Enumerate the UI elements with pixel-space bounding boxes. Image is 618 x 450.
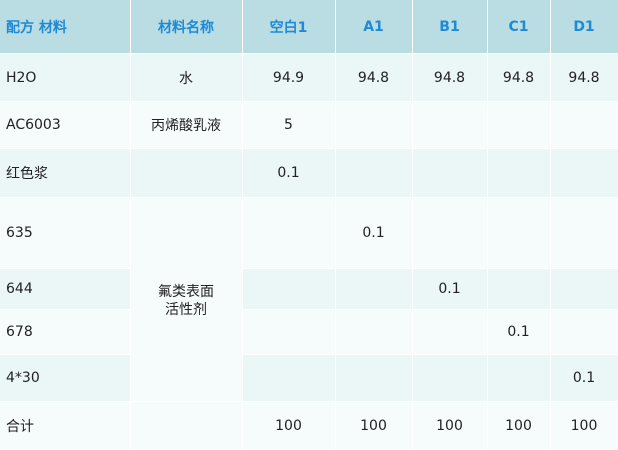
cell-value: 0.1 xyxy=(550,354,618,402)
cell-value xyxy=(335,354,413,402)
cell-value: 94.8 xyxy=(335,53,413,102)
header-material: 配方 材料 xyxy=(0,0,131,54)
table-row: 644 0.1 xyxy=(0,268,618,310)
table-row: AC6003 丙烯酸乳液 5 xyxy=(0,101,618,149)
cell-value: 5 xyxy=(242,101,336,149)
cell-material: 678 xyxy=(0,309,131,355)
cell-value xyxy=(550,309,618,355)
cell-value xyxy=(242,197,336,269)
header-b1: B1 xyxy=(412,0,488,54)
cell-value xyxy=(242,268,336,310)
cell-value xyxy=(550,148,618,198)
cell-name: 水 xyxy=(130,53,243,102)
cell-value xyxy=(412,354,488,402)
total-row: 合计 100 100 100 100 100 xyxy=(0,401,618,450)
cell-material: AC6003 xyxy=(0,101,131,149)
cell-value: 0.1 xyxy=(412,268,488,310)
cell-material: H2O xyxy=(0,53,131,102)
cell-value xyxy=(242,309,336,355)
cell-value: 0.1 xyxy=(487,309,551,355)
cell-value: 0.1 xyxy=(242,148,336,198)
cell-material: 红色浆 xyxy=(0,148,131,198)
cell-value: 100 xyxy=(550,401,618,450)
cell-value: 100 xyxy=(487,401,551,450)
header-c1: C1 xyxy=(487,0,551,54)
cell-name: 丙烯酸乳液 xyxy=(130,101,243,149)
table-row: 678 0.1 xyxy=(0,309,618,355)
cell-value: 94.8 xyxy=(412,53,488,102)
table-row: 635 氟类表面 活性剂 0.1 xyxy=(0,197,618,402)
cell-value xyxy=(550,268,618,310)
table-row: H2O 水 94.9 94.8 94.8 94.8 94.8 xyxy=(0,53,618,102)
cell-value xyxy=(412,309,488,355)
cell-material: 635 xyxy=(0,197,131,269)
header-d1: D1 xyxy=(550,0,618,54)
cell-value xyxy=(335,309,413,355)
cell-value xyxy=(550,197,618,269)
table-row: 红色浆 0.1 xyxy=(0,148,618,198)
header-material-name: 材料名称 xyxy=(130,0,243,54)
merged-name-line1: 氟类表面 xyxy=(158,283,214,300)
cell-value xyxy=(487,101,551,149)
table-row: 4*30 0.1 xyxy=(0,354,618,402)
cell-value xyxy=(335,101,413,149)
cell-value xyxy=(487,148,551,198)
cell-value: 94.8 xyxy=(550,53,618,102)
header-a1: A1 xyxy=(335,0,413,54)
cell-value xyxy=(550,101,618,149)
cell-value xyxy=(412,148,488,198)
cell-value xyxy=(487,354,551,402)
cell-value: 100 xyxy=(412,401,488,450)
cell-value xyxy=(487,268,551,310)
cell-material: 644 xyxy=(0,268,131,310)
cell-material: 合计 xyxy=(0,401,131,450)
cell-value xyxy=(242,354,336,402)
cell-value: 94.8 xyxy=(487,53,551,102)
cell-value xyxy=(412,197,488,269)
cell-value: 100 xyxy=(242,401,336,450)
cell-value: 0.1 xyxy=(335,197,413,269)
cell-name xyxy=(130,148,243,198)
cell-value xyxy=(335,148,413,198)
header-row: 配方 材料 材料名称 空白1 A1 B1 C1 D1 xyxy=(0,0,618,54)
cell-value: 100 xyxy=(335,401,413,450)
merged-name-line2: 活性剂 xyxy=(165,301,207,318)
cell-value xyxy=(487,197,551,269)
formula-table: 配方 材料 材料名称 空白1 A1 B1 C1 D1 H2O 水 94.9 94… xyxy=(0,0,618,450)
cell-name xyxy=(130,401,243,450)
cell-value xyxy=(412,101,488,149)
cell-value: 94.9 xyxy=(242,53,336,102)
header-blank1: 空白1 xyxy=(242,0,336,54)
cell-value xyxy=(335,268,413,310)
cell-material: 4*30 xyxy=(0,354,131,402)
cell-name-merged: 氟类表面 活性剂 xyxy=(130,197,243,402)
